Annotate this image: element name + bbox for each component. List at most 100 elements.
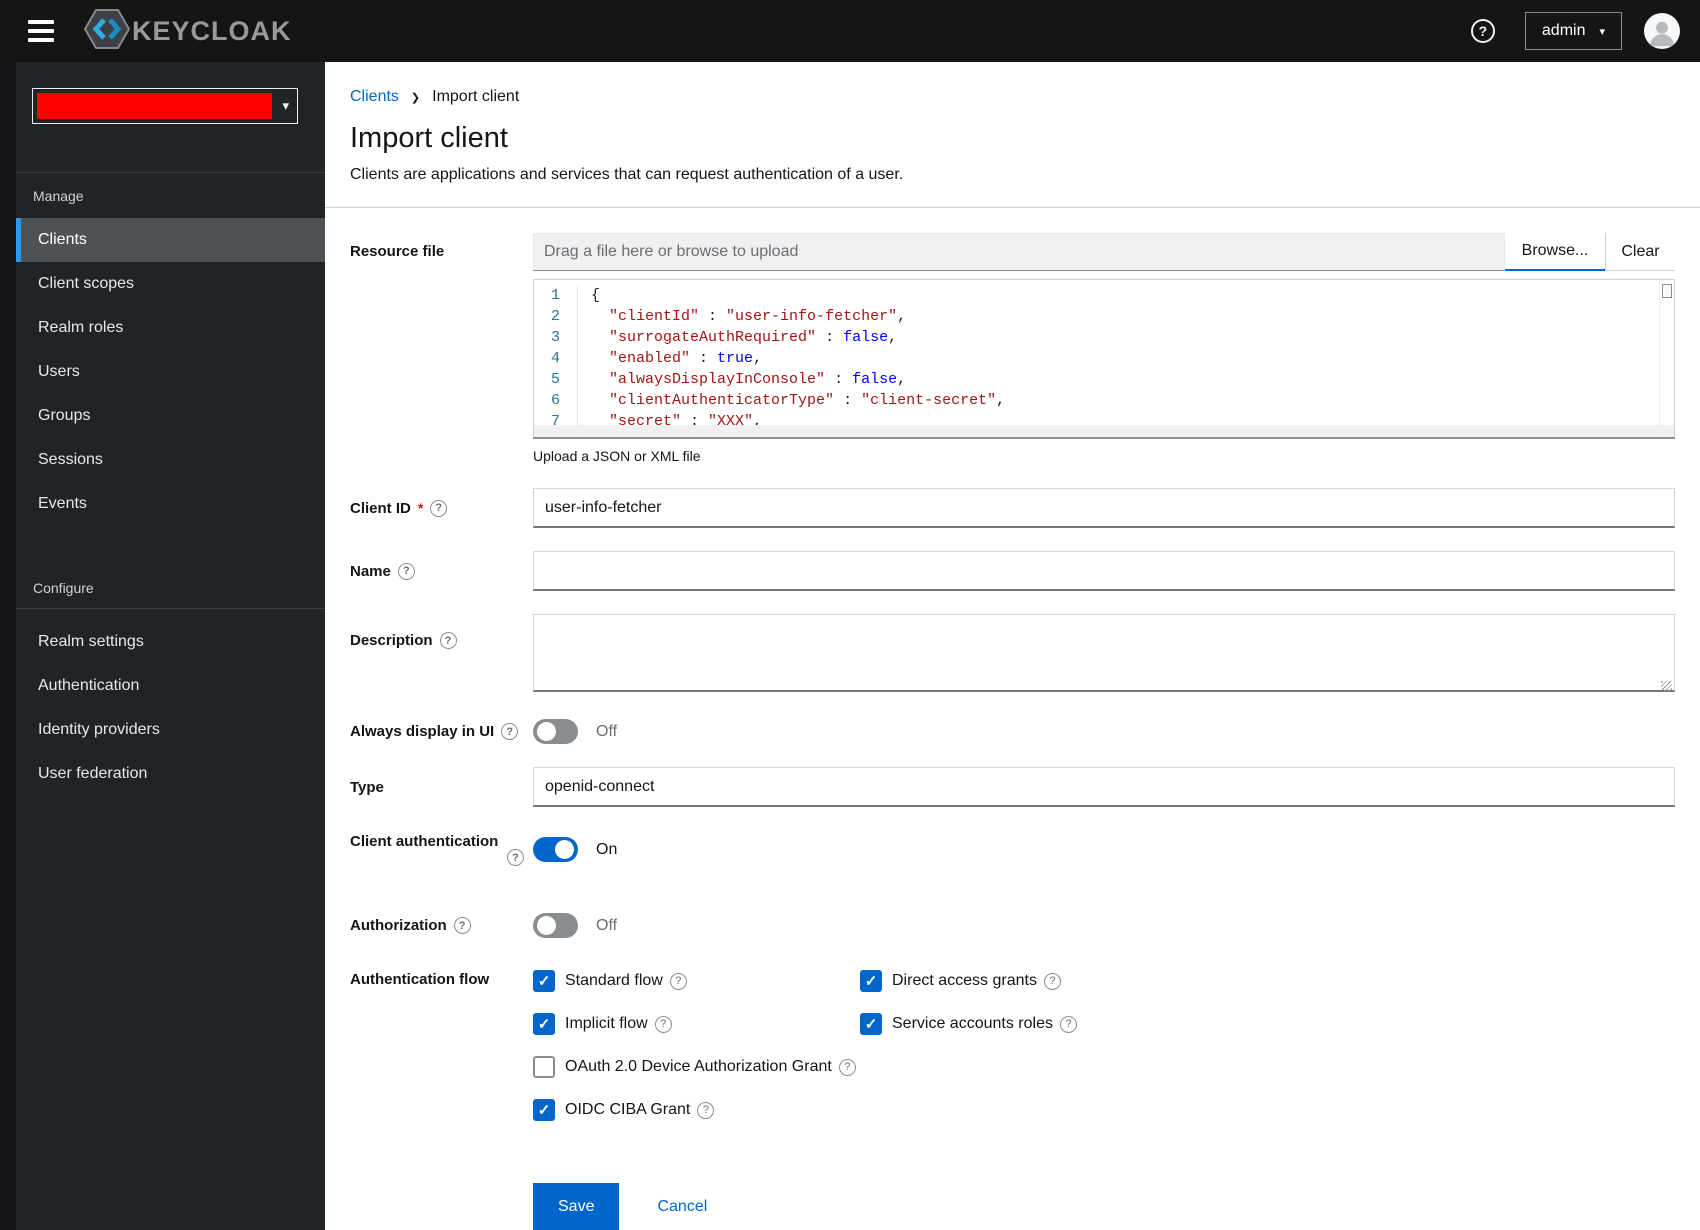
sidebar-item-clients[interactable]: Clients (16, 218, 325, 262)
checkbox[interactable]: ✓ (533, 1013, 555, 1035)
sidebar-item-groups[interactable]: Groups (16, 394, 325, 438)
help-icon[interactable]: ? (1059, 1015, 1077, 1033)
sidebar-item-label: Events (38, 495, 87, 512)
help-icon[interactable]: ? (453, 917, 471, 934)
code-line[interactable]: 1{ (534, 285, 1674, 306)
brand-text: KEYCLOAK (132, 15, 292, 46)
code-line[interactable]: 2 "clientId" : "user-info-fetcher", (534, 306, 1674, 327)
user-dropdown[interactable]: admin ▾ (1524, 12, 1622, 50)
page-subtitle: Clients are applications and services th… (350, 166, 904, 183)
toggle-state-text: Off (596, 722, 618, 740)
sidebar-item-authentication[interactable]: Authentication (16, 664, 325, 708)
nav-group-manage: Clients Client scopes Realm roles Users … (16, 218, 325, 526)
help-icon[interactable]: ? (507, 849, 524, 866)
nav-group-manage-label: Manage (33, 188, 84, 204)
help-icon[interactable]: ? (1470, 19, 1495, 43)
editor-horizontal-scrollbar[interactable] (534, 425, 1674, 437)
sidebar-item-label: Sessions (38, 451, 103, 468)
name-input[interactable] (533, 551, 1675, 591)
description-label: Description ? (350, 632, 533, 649)
sidebar-item-label: Clients (38, 231, 87, 248)
realm-selector[interactable]: ▾ (32, 88, 298, 124)
checkbox[interactable]: ✓ (860, 1013, 882, 1035)
nav-group-configure: Realm settings Authentication Identity p… (16, 620, 325, 796)
keycloak-hexagon-icon (83, 8, 131, 54)
code-line[interactable]: 4 "enabled" : true, (534, 348, 1674, 369)
type-input[interactable] (533, 767, 1675, 807)
type-label: Type (350, 778, 384, 796)
help-icon[interactable]: ? (501, 723, 519, 740)
masthead: KEYCLOAK ? admin ▾ (0, 0, 1700, 62)
keycloak-logo[interactable]: KEYCLOAK (83, 8, 292, 54)
user-avatar-icon (1649, 21, 1675, 47)
nav-group-configure-label: Configure (33, 580, 94, 596)
file-drop-zone[interactable]: Drag a file here or browse to upload (533, 233, 1505, 271)
sidebar-item-events[interactable]: Events (16, 482, 325, 526)
cancel-link[interactable]: Cancel (657, 1198, 707, 1216)
type-row: Type (350, 767, 1675, 807)
checkbox-service-accounts-roles: ✓ Service accounts roles ? (860, 1012, 1675, 1036)
required-asterisk: * (417, 500, 424, 516)
clear-button[interactable]: Clear (1605, 233, 1675, 271)
checkbox[interactable]: ✓ (533, 1099, 555, 1121)
form-actions: Save Cancel (350, 1183, 1675, 1230)
checkbox[interactable]: ✓ (533, 970, 555, 992)
page-header: Clients ❯ Import client Import client Cl… (325, 62, 1700, 184)
sidebar-item-client-scopes[interactable]: Client scopes (16, 262, 325, 306)
sidebar-item-label: Users (38, 363, 80, 380)
editor-vertical-scrollbar[interactable] (1659, 280, 1674, 425)
checkbox[interactable]: ✓ (860, 970, 882, 992)
sidebar-item-users[interactable]: Users (16, 350, 325, 394)
save-button[interactable]: Save (533, 1183, 620, 1230)
help-icon[interactable]: ? (669, 972, 687, 990)
code-line[interactable]: 3 "surrogateAuthRequired" : false, (534, 327, 1674, 348)
sidebar-item-identity-providers[interactable]: Identity providers (16, 708, 325, 752)
masthead-actions: ? admin ▾ (1470, 12, 1700, 50)
line-number: 2 (534, 306, 578, 327)
authorization-toggle[interactable] (533, 913, 578, 938)
sidebar-item-label: Client scopes (38, 275, 135, 292)
help-icon[interactable]: ? (430, 499, 448, 517)
help-icon[interactable]: ? (1043, 972, 1061, 990)
description-row: Description ? (350, 614, 1675, 697)
resource-file-field: Drag a file here or browse to upload Bro… (533, 233, 1675, 464)
keycloak-admin-console: KEYCLOAK ? admin ▾ ▾ Manage Clients Clie… (0, 0, 1700, 1230)
help-icon[interactable]: ? (439, 632, 457, 649)
sidebar-edge (0, 62, 16, 1230)
checkbox[interactable]: ✓ (533, 1056, 555, 1078)
code-line[interactable]: 6 "clientAuthenticatorType" : "client-se… (534, 390, 1674, 411)
authorization-label: Authorization ? (350, 917, 533, 934)
hamburger-icon[interactable] (28, 20, 54, 42)
always-display-toggle[interactable] (533, 719, 578, 744)
help-icon[interactable]: ? (397, 562, 415, 580)
chevron-down-icon: ▾ (1599, 25, 1605, 38)
checkbox-oauth-device-grant: ✓ OAuth 2.0 Device Authorization Grant ? (533, 1055, 1675, 1079)
sidebar-item-realm-roles[interactable]: Realm roles (16, 306, 325, 350)
auth-flow-row: Authentication flow ✓ Standard flow ? ✓ … (350, 969, 1675, 1122)
sidebar-item-user-federation[interactable]: User federation (16, 752, 325, 796)
sidebar: ▾ Manage Clients Client scopes Realm rol… (0, 62, 325, 1230)
browse-button[interactable]: Browse... (1505, 233, 1605, 271)
client-id-input[interactable] (533, 488, 1675, 528)
always-display-row: Always display in UI ? Off (350, 719, 1675, 744)
sidebar-item-sessions[interactable]: Sessions (16, 438, 325, 482)
sidebar-item-label: User federation (38, 765, 148, 782)
description-textarea[interactable] (533, 614, 1675, 692)
sidebar-item-label: Realm roles (38, 319, 124, 336)
breadcrumb-clients-link[interactable]: Clients (350, 88, 399, 106)
help-icon[interactable]: ? (654, 1015, 672, 1033)
resize-handle-icon[interactable] (1661, 681, 1672, 692)
scrollbar-thumb[interactable] (1662, 284, 1672, 298)
help-icon[interactable]: ? (697, 1101, 715, 1119)
json-code-editor[interactable]: 1{2 "clientId" : "user-info-fetcher", 3 "… (533, 279, 1675, 439)
client-auth-toggle[interactable] (533, 837, 578, 862)
main-content: Clients ❯ Import client Import client Cl… (325, 62, 1700, 1230)
sidebar-item-realm-settings[interactable]: Realm settings (16, 620, 325, 664)
auth-flow-label: Authentication flow (350, 971, 490, 988)
client-auth-row: Client authentication ? On (350, 833, 1675, 893)
import-client-form: Resource file Drag a file here or browse… (325, 208, 1700, 1230)
avatar[interactable] (1644, 13, 1680, 49)
help-icon[interactable]: ? (838, 1058, 856, 1076)
code-line[interactable]: 5 "alwaysDisplayInConsole" : false, (534, 369, 1674, 390)
sidebar-item-label: Authentication (38, 677, 140, 694)
